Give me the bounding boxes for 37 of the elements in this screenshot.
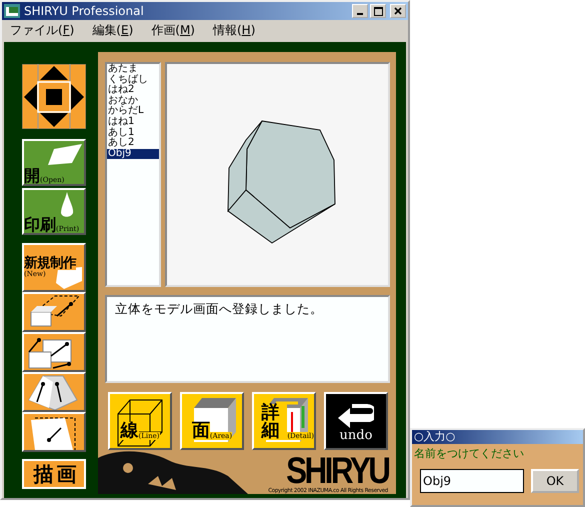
undo-button[interactable]: undo <box>324 392 388 450</box>
object-item[interactable]: あし1 <box>107 128 159 138</box>
object-item[interactable]: くちばし <box>107 74 159 86</box>
dialog-title: ○入力○ <box>412 430 583 444</box>
object-list[interactable]: あたま くちばし はね2 おなか からだL はね1 あし1 あし2 Obj9 <box>105 62 161 287</box>
app-icon <box>4 4 20 18</box>
menu-item[interactable]: ファイル(F) <box>10 22 74 38</box>
tool-button[interactable] <box>22 292 86 332</box>
maximize-icon <box>374 6 382 16</box>
return-arrow-icon <box>338 404 374 428</box>
ok-button[interactable]: OK <box>531 469 579 493</box>
message-text: 立体をモデル画面へ登録しました。 <box>105 295 390 383</box>
window-title: SHIRYU Professional <box>24 4 144 18</box>
minimize-button[interactable] <box>352 4 368 18</box>
direction-pad[interactable] <box>22 64 86 129</box>
object-item[interactable]: あし2 <box>107 138 159 149</box>
dialog-prompt: 名前をつけてください <box>413 446 525 461</box>
tool-button[interactable] <box>22 412 86 452</box>
name-input-field[interactable]: Obj9 <box>420 469 524 493</box>
menu-item[interactable]: 情報(H) <box>212 22 256 38</box>
maximize-button[interactable] <box>370 4 386 18</box>
drop-icon <box>60 192 74 218</box>
tool-button[interactable] <box>22 332 86 372</box>
mode-label: 描 画 <box>22 459 86 489</box>
object-item[interactable]: はね2 <box>107 85 159 96</box>
logo-text: SHIRYU <box>286 454 388 488</box>
menu-item[interactable]: 作画(M) <box>151 22 195 38</box>
close-icon <box>394 7 402 15</box>
tool-button[interactable] <box>22 372 86 412</box>
object-item[interactable]: はね1 <box>107 116 159 128</box>
menu-item[interactable]: 編集(E) <box>92 22 134 38</box>
object-item[interactable]: Obj9 <box>107 148 159 160</box>
object-item[interactable]: おなか <box>107 96 159 106</box>
paper-sheet-icon <box>46 144 82 166</box>
close-button[interactable] <box>390 4 406 18</box>
object-item[interactable]: からだL <box>107 106 159 117</box>
object-item[interactable]: あたま <box>107 64 159 75</box>
